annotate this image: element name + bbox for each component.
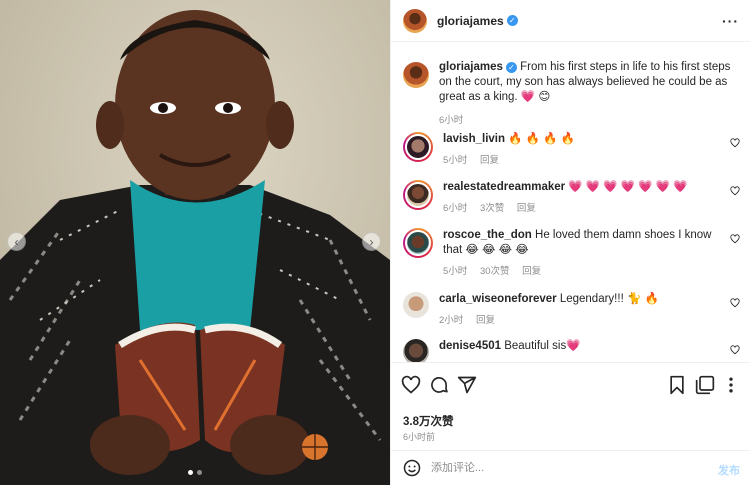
comment-body: roscoe_the_don He loved them damn shoes … (443, 228, 731, 279)
heart-icon[interactable] (730, 345, 740, 355)
post-header: gloriajames ✓ ··· (391, 0, 750, 42)
collection-icon[interactable] (695, 375, 715, 395)
photo-illustration (0, 0, 390, 485)
comment-time[interactable]: 2小时 (439, 315, 463, 326)
comment-item: roscoe_the_don He loved them damn shoes … (403, 228, 748, 279)
comment-composer: 发布 (391, 450, 750, 485)
commenter-avatar[interactable] (403, 292, 429, 318)
caption-username[interactable]: gloriajames (439, 61, 503, 73)
comment-meta: 5小时 回复 (443, 153, 731, 168)
send-icon[interactable] (457, 375, 477, 395)
carousel-dot (197, 470, 202, 475)
comment-text: Legendary!!! 🐈 🔥 (559, 293, 659, 305)
carousel-indicator (0, 470, 390, 475)
comment-text: 💗 💗 💗 💗 💗 💗 💗 (568, 181, 688, 193)
comment-meta: 6小时 3次赞 回复 (443, 201, 731, 216)
story-ring[interactable] (403, 180, 433, 210)
more-options-icon[interactable]: ··· (722, 13, 739, 29)
comment-body: lavish_livin 🔥 🔥 🔥 🔥 5小时 回复 (443, 132, 731, 168)
commenter-avatar (405, 230, 431, 256)
emoji-icon[interactable] (403, 459, 421, 477)
author-avatar[interactable] (403, 8, 427, 33)
post-time[interactable]: 6小时前 (403, 430, 435, 443)
author-username[interactable]: gloriajames (437, 14, 504, 28)
comment-text: 🔥 🔥 🔥 🔥 (508, 133, 576, 145)
verified-badge-icon: ✓ (505, 62, 517, 73)
heart-icon[interactable] (730, 138, 740, 148)
comment-time[interactable]: 5小时 (443, 266, 467, 277)
post-side-panel: gloriajames ✓ ··· gloriajames ✓ From his … (390, 0, 750, 485)
commenter-avatar[interactable] (403, 339, 429, 362)
caption-body: gloriajames ✓ From his first steps in lif… (439, 60, 734, 128)
story-ring[interactable] (403, 228, 433, 258)
comment-time[interactable]: 5小时 (443, 155, 467, 166)
comment-meta: 2小时 回复 (439, 313, 727, 328)
reply-button[interactable]: 回复 (480, 155, 499, 166)
comment-likes[interactable]: 3次赞 (480, 203, 504, 214)
post-photo: ‹ › (0, 0, 390, 485)
caption-avatar[interactable] (403, 62, 429, 88)
heart-icon[interactable] (401, 375, 421, 395)
bookmark-icon[interactable] (667, 375, 687, 395)
more-options-icon[interactable] (721, 375, 741, 395)
comment-body: denise4501 Beautiful sis💗 (439, 339, 727, 362)
comment-body: carla_wiseoneforever Legendary!!! 🐈 🔥 2小… (439, 292, 727, 328)
comment-likes[interactable]: 30次赞 (480, 266, 510, 277)
commenter-username[interactable]: lavish_livin (443, 133, 505, 145)
story-ring[interactable] (403, 132, 433, 162)
commenter-username[interactable]: denise4501 (439, 340, 501, 352)
comment-icon[interactable] (429, 375, 449, 395)
verified-badge-icon: ✓ (506, 15, 518, 26)
commenter-username[interactable]: roscoe_the_don (443, 229, 532, 241)
comment-item: carla_wiseoneforever Legendary!!! 🐈 🔥 2小… (403, 292, 748, 328)
heart-icon[interactable] (730, 234, 740, 244)
post-actions: 3.8万次赞 6小时前 (391, 362, 750, 450)
comment-body: realestatedreammaker 💗 💗 💗 💗 💗 💗 💗 6小时 3… (443, 180, 731, 216)
caption: gloriajames ✓ From his first steps in lif… (403, 60, 748, 128)
reply-button[interactable]: 回复 (522, 266, 541, 277)
commenter-username[interactable]: carla_wiseoneforever (439, 293, 557, 305)
caption-meta: 6小时 (439, 113, 734, 128)
comment-item: denise4501 Beautiful sis💗 (403, 339, 748, 362)
heart-icon[interactable] (730, 186, 740, 196)
caption-time[interactable]: 6小时 (439, 115, 463, 126)
comments-list[interactable]: gloriajames ✓ From his first steps in lif… (391, 42, 750, 362)
reply-button[interactable]: 回复 (517, 203, 536, 214)
post-comment-button[interactable]: 发布 (718, 462, 740, 478)
comment-time[interactable]: 6小时 (443, 203, 467, 214)
carousel-dot (188, 470, 193, 475)
like-count[interactable]: 3.8万次赞 (403, 413, 454, 429)
comment-item: lavish_livin 🔥 🔥 🔥 🔥 5小时 回复 (403, 132, 748, 168)
commenter-avatar (405, 134, 431, 160)
commenter-avatar (405, 182, 431, 208)
comment-item: realestatedreammaker 💗 💗 💗 💗 💗 💗 💗 6小时 3… (403, 180, 748, 216)
comment-input[interactable] (431, 457, 691, 479)
heart-icon[interactable] (730, 298, 740, 308)
comment-meta: 5小时 30次赞 回复 (443, 264, 731, 279)
reply-button[interactable]: 回复 (476, 315, 495, 326)
chevron-left-icon[interactable]: ‹ (7, 232, 26, 251)
chevron-right-icon[interactable]: › (362, 232, 381, 251)
comment-text: Beautiful sis💗 (504, 340, 581, 352)
post-dialog: ‹ › gloriajames ✓ ··· gloriajames ✓ From … (0, 0, 750, 485)
commenter-username[interactable]: realestatedreammaker (443, 181, 565, 193)
